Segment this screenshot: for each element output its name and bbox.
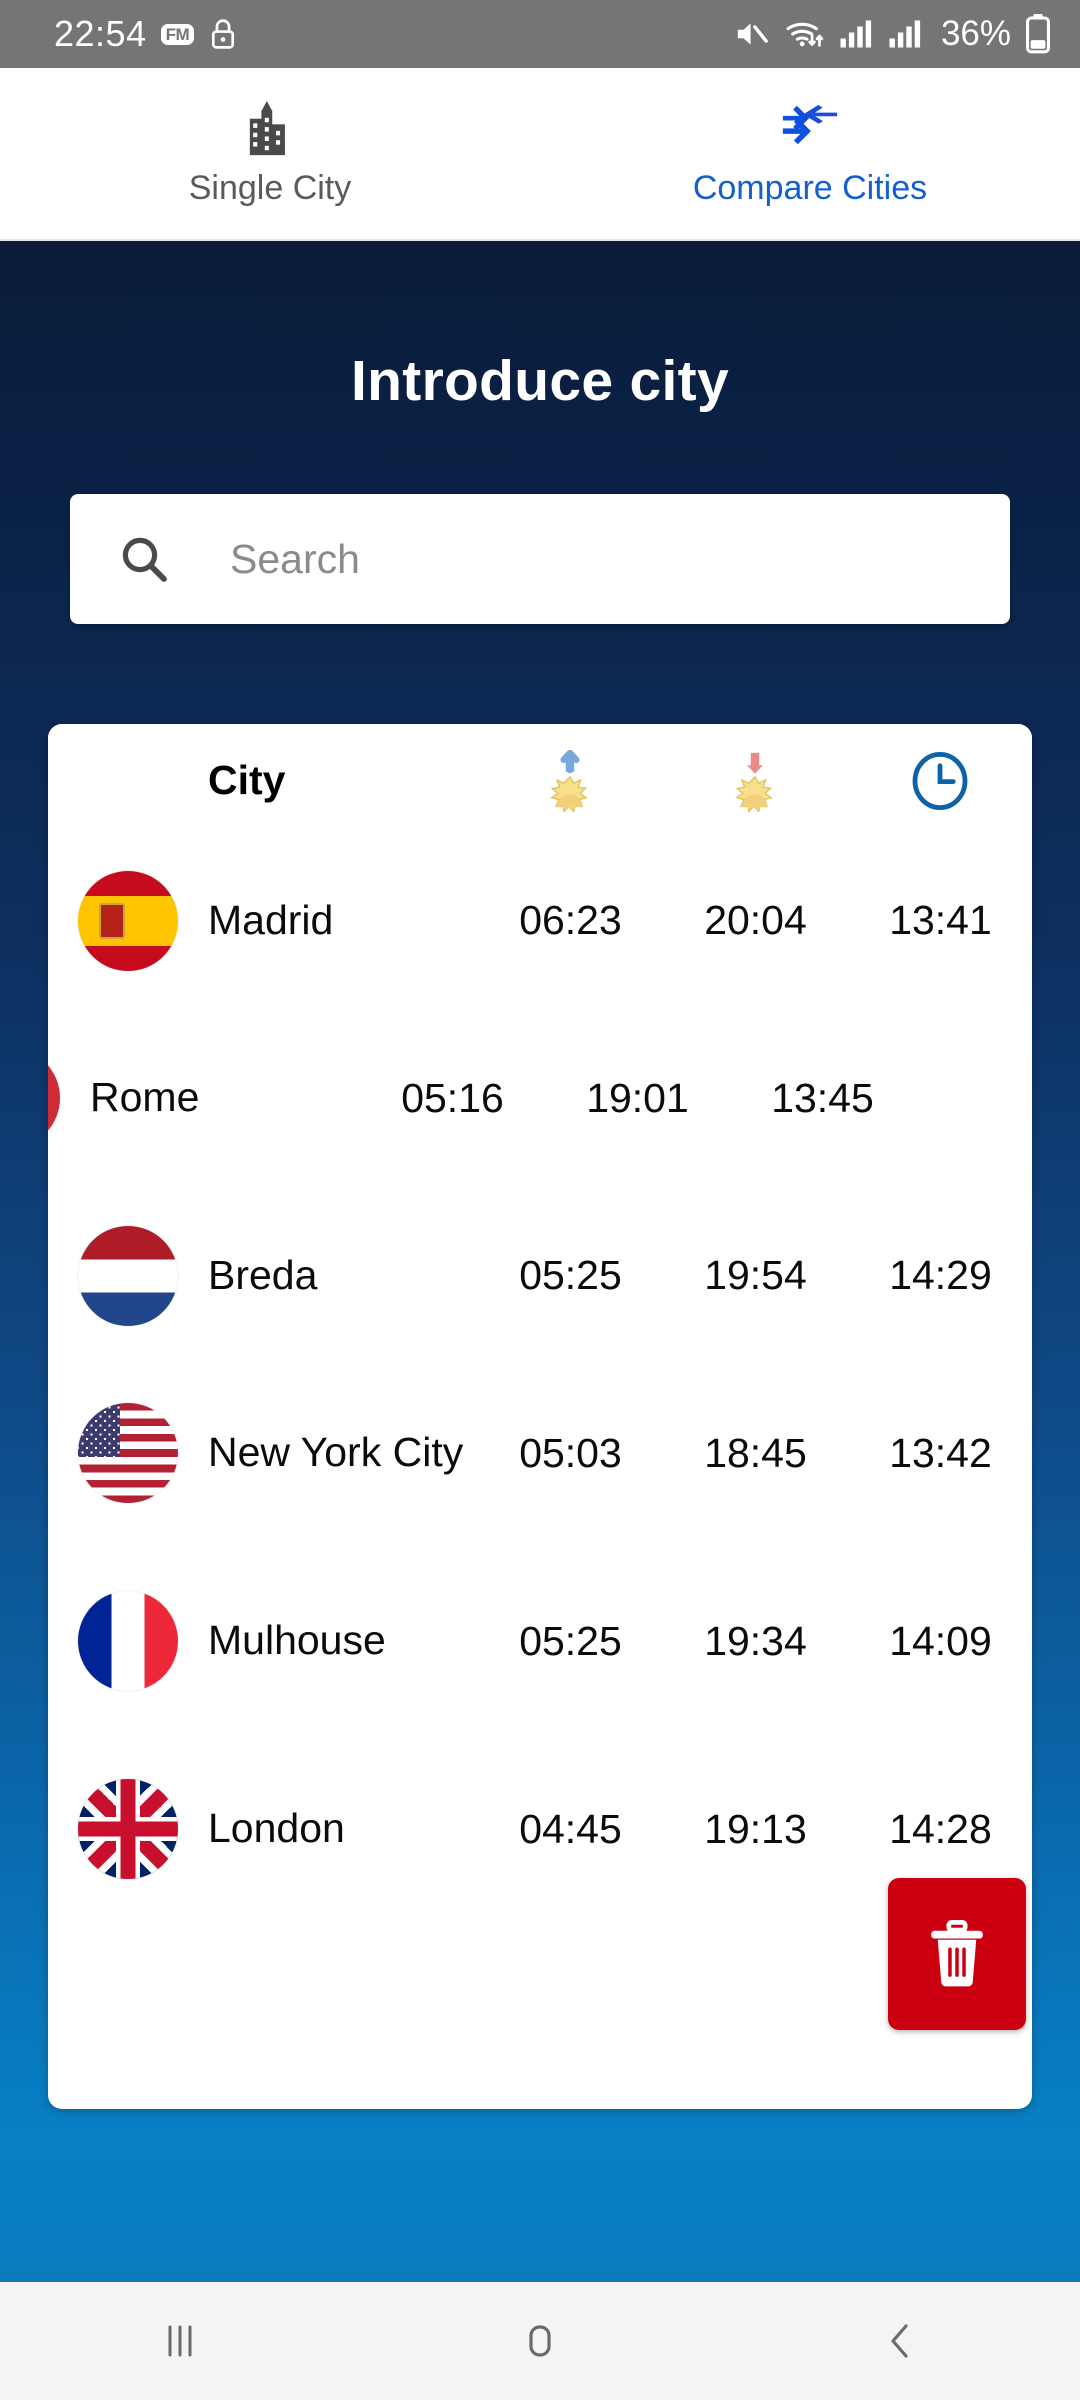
- cell-daylength: 13:41: [889, 897, 992, 943]
- city-buildings-icon: [243, 99, 297, 157]
- tab-single-city-label: Single City: [188, 169, 352, 207]
- sunset-icon: [723, 750, 787, 812]
- flag-france: [48, 1591, 208, 1691]
- back-icon[interactable]: [720, 2317, 1080, 2365]
- fm-icon: FM: [160, 23, 195, 45]
- cell-sunset: 19:13: [704, 1805, 807, 1852]
- compare-arrows-icon: [779, 99, 841, 157]
- column-header-sunrise: [478, 749, 663, 812]
- table-row[interactable]: Madrid 06:23 20:04 13:41: [48, 837, 1032, 1004]
- cell-sunset: 18:45: [704, 1429, 807, 1476]
- table-row-swiped[interactable]: Rome 05:16 19:01 13:45: [48, 1004, 1032, 1192]
- search-icon: [118, 533, 170, 585]
- status-bar-right: 36%: [733, 14, 1052, 54]
- cell-sunrise: 05:25: [519, 1252, 622, 1298]
- status-clock: 22:54: [54, 13, 147, 54]
- tab-single-city[interactable]: Single City: [0, 68, 540, 239]
- column-header-sunset: [662, 750, 847, 812]
- android-nav-bar: [0, 2282, 1080, 2400]
- home-icon[interactable]: [360, 2317, 720, 2365]
- main-screen: Introduce city Search City Madrid 06:23 …: [0, 241, 1080, 2282]
- cities-comparison-card: City Madrid 06:23 20:04 13:41 Rome 05:16…: [48, 724, 1032, 2109]
- table-row[interactable]: London 04:45 19:13 14:28: [48, 1735, 1032, 1923]
- city-name: New York City: [208, 1429, 464, 1476]
- mute-icon: [733, 17, 771, 51]
- flag-usa: [48, 1403, 208, 1503]
- tab-bar: Single City Compare Cities: [0, 68, 1080, 241]
- city-name: London: [208, 1805, 345, 1852]
- cell-sunset: 20:04: [704, 897, 807, 943]
- flag-netherlands: [48, 1225, 208, 1326]
- cell-sunset: 19:54: [704, 1252, 807, 1298]
- table-row[interactable]: Mulhouse 05:25 19:34 14:09: [48, 1547, 1032, 1735]
- cell-sunrise: 04:45: [519, 1805, 622, 1852]
- city-name: Madrid: [208, 896, 334, 943]
- cell-sunset: 19:34: [704, 1617, 807, 1664]
- tab-compare-cities-label: Compare Cities: [692, 169, 928, 207]
- cell-sunrise: 05:03: [519, 1429, 622, 1476]
- lock-icon: [208, 17, 238, 51]
- status-bar: 22:54 FM 36%: [0, 0, 1080, 68]
- cell-daylength: 13:45: [771, 1074, 874, 1121]
- cell-sunrise: 05:16: [401, 1074, 504, 1121]
- tab-compare-cities[interactable]: Compare Cities: [540, 68, 1080, 239]
- status-bar-left: 22:54 FM: [54, 13, 238, 55]
- flag-uk: [48, 1779, 208, 1879]
- cell-daylength: 14:09: [889, 1617, 992, 1664]
- search-placeholder: Search: [230, 535, 360, 582]
- table-row[interactable]: Breda 05:25 19:54 14:29: [48, 1192, 1032, 1359]
- recents-icon[interactable]: [0, 2317, 360, 2365]
- cell-sunset: 19:01: [586, 1074, 689, 1121]
- cell-sunrise: 05:25: [519, 1617, 622, 1664]
- page-title: Introduce city: [351, 349, 729, 413]
- cell-daylength: 13:42: [889, 1429, 992, 1476]
- city-name: Breda: [208, 1251, 318, 1298]
- battery-icon: [1024, 14, 1052, 54]
- flag-spain: [48, 870, 208, 971]
- table-row[interactable]: New York City 05:03 18:45 13:42: [48, 1359, 1032, 1547]
- flag-italy: [48, 1048, 90, 1148]
- table-header-row: City: [48, 724, 1032, 837]
- cell-daylength: 14:28: [889, 1805, 992, 1852]
- signal-icon-2: [888, 19, 924, 49]
- cell-sunrise: 06:23: [519, 897, 622, 943]
- wifi-icon: [784, 17, 826, 51]
- clock-icon: [910, 751, 970, 811]
- column-header-city: City: [48, 757, 478, 804]
- column-header-daylength: [847, 751, 1032, 811]
- column-header-city-label: City: [208, 757, 286, 803]
- battery-percent: 36%: [940, 14, 1011, 53]
- city-name: Rome: [90, 1074, 200, 1121]
- trash-icon: [926, 1920, 988, 1988]
- signal-icon: [839, 19, 875, 49]
- search-input[interactable]: Search: [70, 494, 1010, 624]
- sunrise-icon: [538, 749, 602, 812]
- delete-row-button[interactable]: [888, 1878, 1026, 2030]
- cell-daylength: 14:29: [889, 1252, 992, 1298]
- city-name: Mulhouse: [208, 1617, 386, 1664]
